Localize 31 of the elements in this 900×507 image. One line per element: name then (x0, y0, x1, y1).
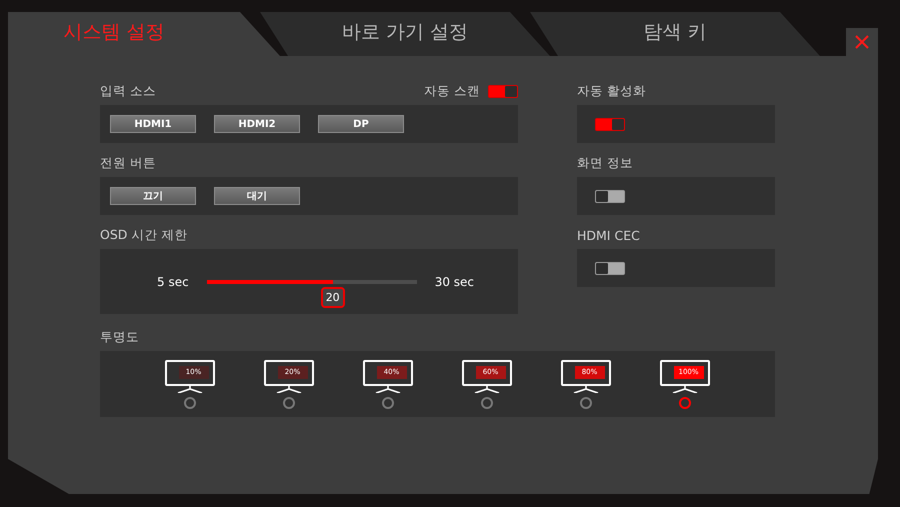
section-label: OSD 시간 제한 (100, 226, 188, 244)
section-label: 화면 정보 (577, 154, 634, 172)
section-label: 자동 활성화 (577, 82, 647, 100)
power-button[interactable]: 끄기 (110, 187, 196, 205)
close-icon (854, 34, 870, 50)
radio-button[interactable] (282, 396, 294, 408)
toggle-switch[interactable] (595, 262, 625, 274)
toggle-switch[interactable] (595, 118, 625, 130)
input-button[interactable]: HDMI1 (110, 115, 196, 133)
power-button[interactable]: 대기 (214, 187, 300, 205)
toggle-switch[interactable] (488, 84, 518, 98)
tab[interactable]: 시스템 설정 (8, 12, 280, 56)
close-button[interactable] (846, 28, 878, 56)
input-button[interactable]: DP (318, 115, 404, 133)
tab[interactable]: 바로 가기 설정 (260, 12, 550, 56)
max-label: 30 sec (434, 274, 474, 288)
radio-button[interactable] (580, 396, 592, 408)
section-label: 전원 버튼 (100, 154, 157, 172)
input-button[interactable]: HDMI2 (214, 115, 300, 133)
radio-button[interactable] (678, 396, 690, 408)
tab[interactable]: 탐색 키 (530, 12, 820, 56)
min-label: 5 sec (157, 274, 189, 288)
section-label: 투명도 (100, 328, 140, 346)
toggle-switch[interactable] (595, 190, 625, 202)
slider-value: 20 (320, 286, 345, 308)
radio-button[interactable] (184, 396, 196, 408)
radio-button[interactable] (480, 396, 492, 408)
auto-scan-label: 자동 스캔 (424, 82, 480, 100)
section-label: 입력 소스 (100, 82, 157, 100)
radio-button[interactable] (382, 396, 394, 408)
section-label: HDMI CEC (577, 228, 641, 242)
